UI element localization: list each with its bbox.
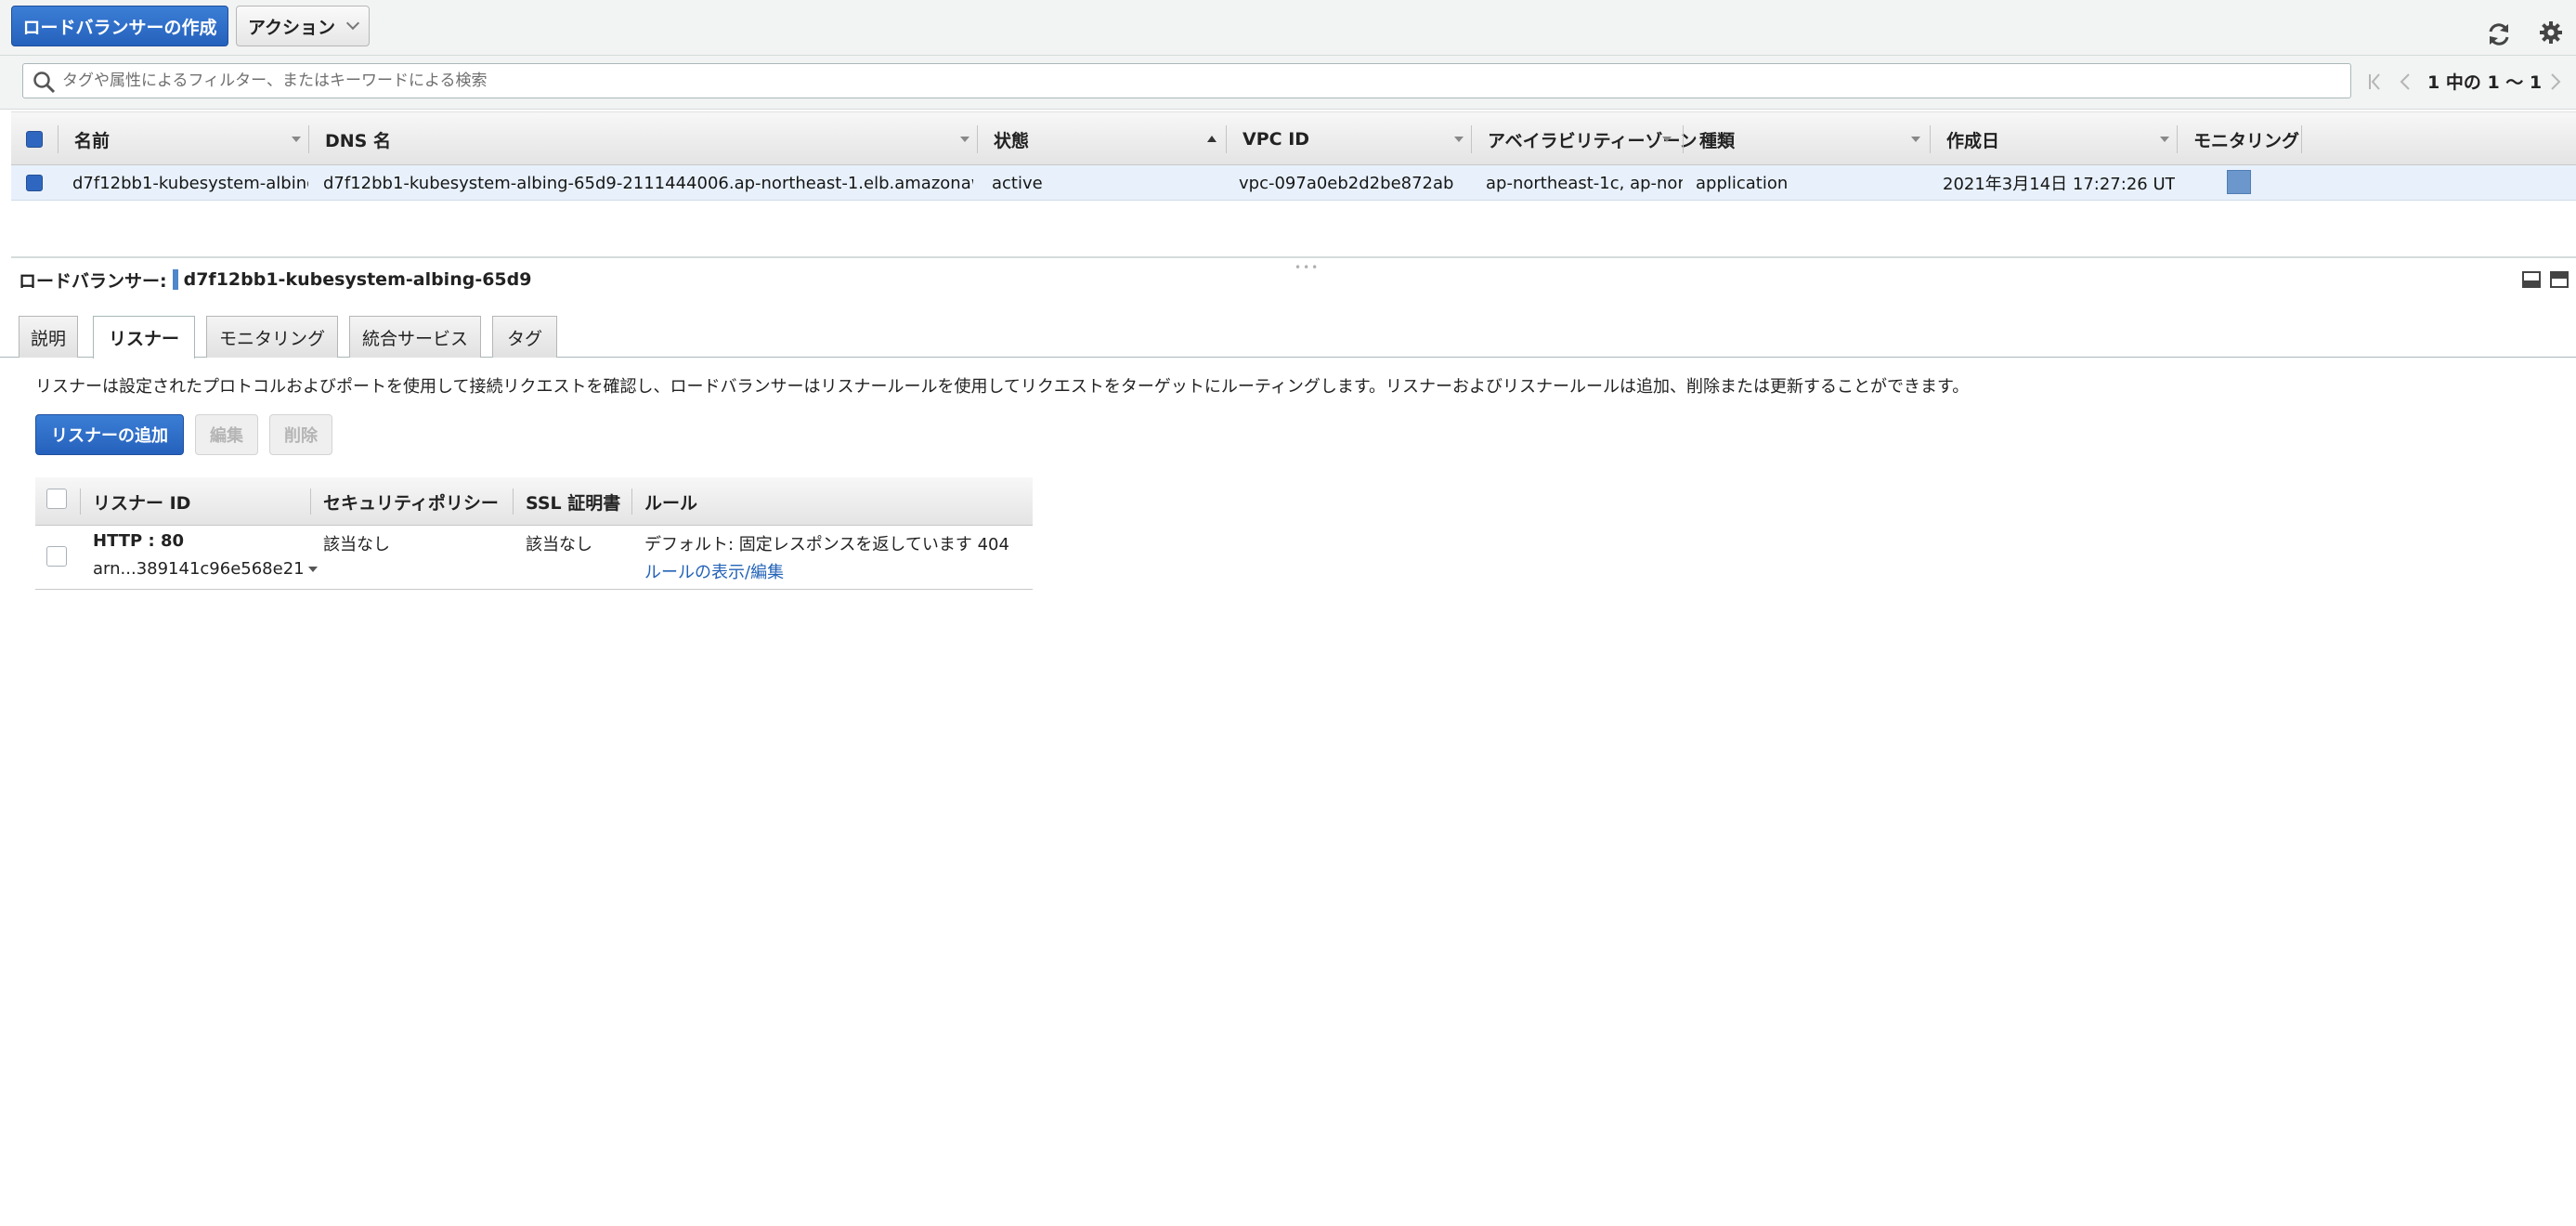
row-checkbox[interactable] bbox=[26, 175, 43, 191]
sort-icon[interactable] bbox=[1454, 137, 1464, 142]
sort-icon[interactable] bbox=[2160, 137, 2169, 142]
sort-icon[interactable] bbox=[1662, 137, 1672, 142]
detail-pane-title: ロードバランサー: d7f12bb1-kubesystem-albing-65d… bbox=[19, 266, 531, 293]
listener-table: リスナー ID セキュリティポリシー SSL 証明書 ルール HTTP : 80… bbox=[35, 477, 1033, 590]
delete-button[interactable]: 削除 bbox=[269, 414, 332, 455]
view-edit-rules-link[interactable]: ルールの表示/編集 bbox=[644, 559, 784, 583]
column-header-created[interactable]: 作成日 bbox=[1933, 112, 1999, 166]
cell-state: active bbox=[992, 173, 1043, 193]
refresh-icon[interactable] bbox=[2485, 20, 2513, 48]
actions-dropdown-button[interactable]: アクション bbox=[236, 6, 370, 46]
listener-table-header: リスナー ID セキュリティポリシー SSL 証明書 ルール bbox=[35, 477, 1033, 526]
cell-created: 2021年3月14日 17:27:26 UT… bbox=[1943, 175, 2175, 194]
actions-label: アクション bbox=[247, 18, 336, 38]
select-all-listeners-checkbox[interactable] bbox=[46, 489, 67, 509]
pagination-text: 1 中の 1 〜 1 bbox=[2427, 72, 2543, 93]
listener-arn-toggle[interactable]: arn...389141c96e568e21 bbox=[93, 559, 318, 579]
column-header-type[interactable]: 種類 bbox=[1686, 112, 1735, 166]
tab-integrated-services[interactable]: 統合サービス bbox=[349, 316, 481, 358]
sort-icon[interactable] bbox=[292, 137, 301, 142]
column-header-rules: ルール bbox=[644, 492, 698, 514]
chevron-down-icon bbox=[345, 16, 360, 31]
cell-vpc-id: vpc-097a0eb2d2be872ab bbox=[1239, 173, 1454, 193]
select-all-checkbox[interactable] bbox=[26, 131, 43, 148]
tab-monitoring[interactable]: モニタリング bbox=[206, 316, 338, 358]
first-page-icon[interactable] bbox=[2366, 65, 2385, 98]
sort-icon[interactable] bbox=[1911, 137, 1920, 142]
default-rule-text: デフォルト: 固定レスポンスを返しています 404 bbox=[644, 535, 1009, 554]
table-row[interactable]: d7f12bb1-kubesystem-albing… d7f12bb1-kub… bbox=[11, 165, 2576, 201]
cell-type: application bbox=[1696, 173, 1789, 193]
drag-handle-icon[interactable]: ••• bbox=[1295, 261, 1320, 274]
gear-icon[interactable] bbox=[2537, 19, 2565, 46]
column-header-monitoring: モニタリング bbox=[2193, 130, 2300, 151]
cell-dns-name: d7f12bb1-kubesystem-albing-65d9-21114440… bbox=[323, 173, 973, 193]
previous-page-icon[interactable] bbox=[2398, 65, 2413, 98]
monitoring-icon[interactable] bbox=[2227, 170, 2251, 194]
detail-marker bbox=[172, 269, 178, 290]
search-input[interactable] bbox=[62, 72, 2350, 90]
edit-button[interactable]: 編集 bbox=[195, 414, 258, 455]
column-header-listener-id: リスナー ID bbox=[93, 492, 191, 514]
listener-id: HTTP : 80 bbox=[93, 531, 185, 551]
tab-description[interactable]: 説明 bbox=[19, 316, 78, 358]
listener-arn: arn...389141c96e568e21 bbox=[93, 559, 305, 579]
column-header-security-policy: セキュリティポリシー bbox=[323, 492, 499, 514]
cell-name: d7f12bb1-kubesystem-albing… bbox=[72, 173, 308, 193]
listener-row-checkbox[interactable] bbox=[46, 546, 67, 567]
detail-tabs: 説明 リスナー モニタリング 統合サービス タグ bbox=[0, 316, 2576, 359]
load-balancer-table-header: 名前 DNS 名 状態 VPC ID アベイラビリティーゾーン 種類 作成日 モ… bbox=[11, 111, 2576, 165]
top-toolbar: ロードバランサーの作成 アクション bbox=[0, 0, 2576, 56]
column-header-dns[interactable]: DNS 名 bbox=[312, 112, 391, 166]
column-header-vpc-id[interactable]: VPC ID bbox=[1229, 112, 1309, 166]
search-icon bbox=[33, 71, 57, 99]
caret-down-icon bbox=[307, 567, 318, 572]
ssl-certificate-value: 該当なし bbox=[526, 535, 592, 554]
add-listener-button[interactable]: リスナーの追加 bbox=[35, 414, 184, 455]
detail-label: ロードバランサー: bbox=[19, 270, 167, 292]
create-load-balancer-button[interactable]: ロードバランサーの作成 bbox=[11, 6, 228, 46]
tab-tags[interactable]: タグ bbox=[492, 316, 557, 358]
pane-splitter[interactable] bbox=[11, 256, 2576, 258]
sort-ascending-icon[interactable] bbox=[1207, 136, 1216, 142]
cell-availability-zone: ap-northeast-1c, ap-nor… bbox=[1486, 173, 1683, 193]
sort-icon[interactable] bbox=[960, 137, 969, 142]
listener-description: リスナーは設定されたプロトコルおよびポートを使用して接続リクエストを確認し、ロー… bbox=[35, 377, 1970, 397]
filter-bar bbox=[0, 56, 2576, 110]
column-header-ssl-certificate: SSL 証明書 bbox=[526, 492, 621, 514]
tab-listeners[interactable]: リスナー bbox=[93, 316, 195, 359]
dock-top-icon[interactable] bbox=[2550, 271, 2569, 288]
column-header-state[interactable]: 状態 bbox=[981, 112, 1029, 166]
column-header-name[interactable]: 名前 bbox=[61, 112, 110, 166]
search-box bbox=[22, 63, 2351, 98]
next-page-icon[interactable] bbox=[2548, 65, 2563, 98]
detail-load-balancer-name: d7f12bb1-kubesystem-albing-65d9 bbox=[183, 269, 532, 290]
security-policy-value: 該当なし bbox=[323, 535, 390, 554]
dock-bottom-icon[interactable] bbox=[2522, 271, 2541, 288]
